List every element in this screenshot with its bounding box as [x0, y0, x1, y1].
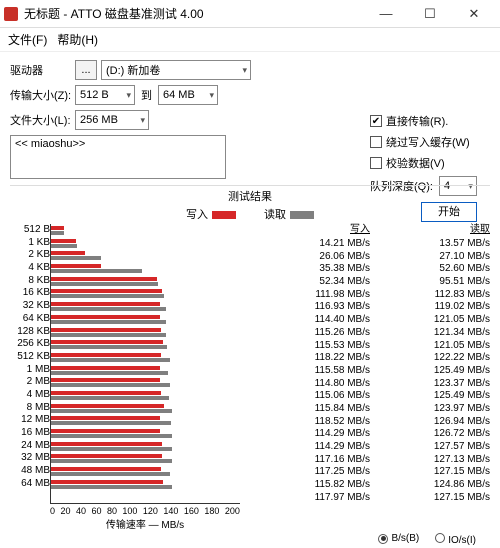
read-value-column: 读取13.57 MB/s27.10 MB/s52.60 MB/s95.51 MB…	[370, 224, 490, 504]
chart-x-axis: 020406080100120140160180200	[50, 506, 240, 516]
menu-file[interactable]: 文件(F)	[8, 31, 47, 48]
legend-read: 读取	[264, 206, 314, 222]
results-title: 测试结果	[10, 188, 490, 204]
verify-data-checkbox[interactable]: 校验数据(V)	[370, 155, 477, 171]
file-size-select[interactable]: 256 MB	[75, 110, 149, 130]
window-title: 无标题 - ATTO 磁盘基准测试 4.00	[24, 5, 364, 22]
chart-y-labels: 512 B1 KB2 KB4 KB8 KB16 KB32 KB64 KB128 …	[10, 224, 50, 504]
to-label: 到	[141, 87, 152, 103]
close-button[interactable]: ✕	[452, 0, 496, 28]
app-icon	[4, 7, 18, 21]
menu-help[interactable]: 帮助(H)	[57, 31, 98, 48]
direct-io-checkbox[interactable]: ✔直接传输(R).	[370, 113, 477, 129]
chart-bars	[50, 224, 240, 504]
chart-x-label: 传输速率 — MB/s	[50, 516, 240, 531]
transfer-size-to[interactable]: 64 MB	[158, 85, 218, 105]
minimize-button[interactable]: —	[364, 0, 408, 28]
drive-select[interactable]: (D:) 新加卷	[101, 60, 251, 80]
drive-label: 驱动器	[10, 62, 75, 78]
drive-browse-button[interactable]: ...	[75, 60, 97, 80]
legend-write: 写入	[186, 206, 236, 222]
write-value-column: 写入14.21 MB/s26.06 MB/s35.38 MB/s52.34 MB…	[250, 224, 370, 504]
transfer-size-label: 传输大小(Z):	[10, 87, 75, 103]
file-size-label: 文件大小(L):	[10, 112, 75, 128]
unit-iops-radio[interactable]: IO/s(I)	[435, 533, 476, 546]
bypass-cache-checkbox[interactable]: 绕过写入缓存(W)	[370, 134, 477, 150]
description-box[interactable]: << miaoshu>>	[10, 135, 226, 179]
transfer-size-from[interactable]: 512 B	[75, 85, 135, 105]
maximize-button[interactable]: ☐	[408, 0, 452, 28]
unit-bps-radio[interactable]: B/s(B)	[378, 533, 419, 546]
